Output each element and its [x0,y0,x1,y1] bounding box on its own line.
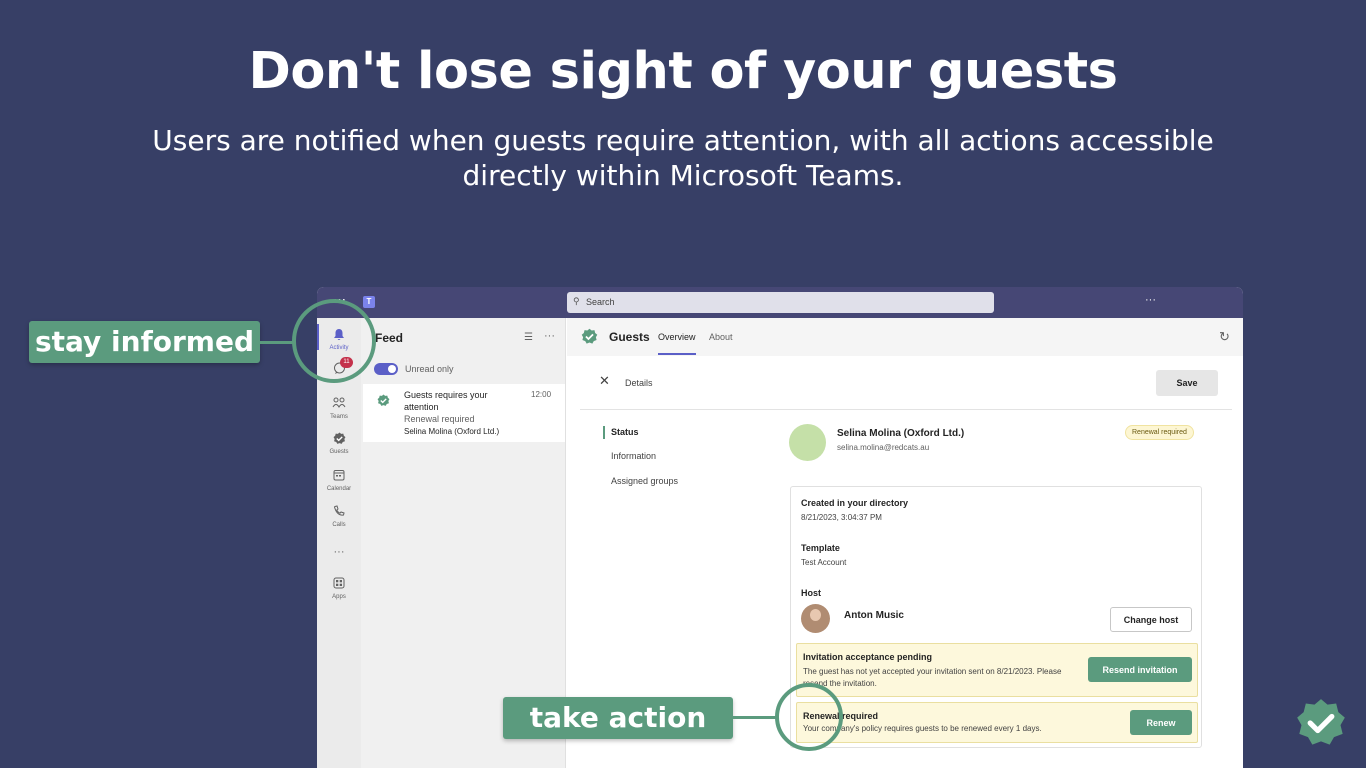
save-button[interactable]: Save [1156,370,1218,396]
page-subheadline: Users are notified when guests require a… [152,124,1214,192]
rail-label: Apps [332,594,346,600]
alert-description: Your company's policy requires guests to… [803,724,1042,733]
template-value: Test Account [801,558,847,567]
callout-connector [733,716,778,719]
search-placeholder: Search [586,297,615,307]
more-options-icon[interactable]: ··· [1145,294,1156,306]
app-header: Guests Overview About ↻ [567,318,1243,356]
teams-icon [317,397,361,413]
stay-informed-callout: stay informed [29,321,260,363]
guest-avatar [789,424,826,461]
change-host-button[interactable]: Change host [1110,607,1192,632]
host-label: Host [801,588,821,598]
more-icon: ··· [333,546,345,558]
notification-time: 12:00 [531,390,552,399]
guests-icon [317,432,361,448]
feed-title: Feed [375,331,404,345]
refresh-icon[interactable]: ↻ [1219,329,1230,345]
phone-icon [317,505,361,521]
activity-highlight-ring [292,299,376,383]
renewal-required-alert: Renewal required Your company's policy r… [796,702,1198,743]
apps-icon [317,577,361,593]
created-label: Created in your directory [801,498,909,508]
callout-connector [260,341,294,344]
page-headline: Don't lose sight of your guests [248,42,1118,101]
status-badge: Renewal required [1125,425,1194,440]
app-name: Guests [609,330,650,344]
rail-item-apps[interactable]: Apps [317,577,361,600]
rail-label: Calendar [326,486,352,492]
nav-item-status[interactable]: Status [603,426,639,439]
teams-logo-icon: T [363,296,375,308]
calendar-icon [317,469,361,485]
rail-label: Teams [330,414,348,420]
alert-title: Invitation acceptance pending [803,652,933,662]
resend-invitation-button[interactable]: Resend invitation [1088,657,1192,682]
guest-name: Selina Molina (Oxford Ltd.) [837,428,965,439]
rail-item-calls[interactable]: Calls [317,505,361,528]
rail-item-more[interactable]: ··· [317,545,361,558]
invitation-pending-alert: Invitation acceptance pending The guest … [796,643,1198,697]
tab-overview[interactable]: Overview [658,332,696,355]
rail-item-calendar[interactable]: Calendar [317,469,361,492]
filter-icon[interactable]: ☰ [524,332,533,343]
details-label: Details [625,378,653,388]
nav-item-information[interactable]: Information [611,451,656,461]
unread-only-label: Unread only [405,364,454,374]
host-name: Anton Music [844,610,904,621]
renew-button[interactable]: Renew [1130,710,1192,735]
rail-item-guests[interactable]: Guests [317,432,361,455]
feed-notification-card[interactable]: Guests requires your attention 12:00 Ren… [363,384,565,442]
close-icon[interactable]: ✕ [599,373,610,389]
verified-badge-icon [1297,699,1345,745]
guests-app-icon [581,328,598,344]
notification-subtitle: Renewal required [404,414,475,424]
notification-title: Guests requires your attention [404,390,488,412]
take-action-callout: take action [503,697,733,739]
rail-label: Guests [329,449,349,455]
created-value: 8/21/2023, 3:04:37 PM [801,513,882,522]
teams-window: ⋯ T ⚲ Search ··· Activity 11 Teams Guest… [317,287,1243,768]
alert-description: The guest has not yet accepted your invi… [803,667,1062,688]
divider [580,409,1232,410]
template-label: Template [801,543,840,553]
app-rail: Activity 11 Teams Guests Calendar Calls … [317,318,361,768]
guest-detail-card: Created in your directory 8/21/2023, 3:0… [790,486,1202,748]
tab-about[interactable]: About [709,332,733,342]
unread-only-toggle[interactable] [374,363,398,375]
guest-email: selina.molina@redcats.au [837,443,930,452]
title-bar: ⋯ T ⚲ Search ··· [317,287,1243,318]
rail-item-teams[interactable]: Teams [317,397,361,420]
search-input[interactable]: ⚲ Search [567,292,994,313]
nav-item-assigned-groups[interactable]: Assigned groups [611,476,678,486]
host-avatar [801,604,830,633]
search-icon: ⚲ [573,296,580,306]
renew-highlight-ring [775,683,843,751]
rail-label: Calls [332,522,346,528]
feed-more-icon[interactable]: ··· [544,330,555,342]
guests-app-icon [377,394,390,406]
notification-guest-name: Selina Molina (Oxford Ltd.) [404,427,500,436]
